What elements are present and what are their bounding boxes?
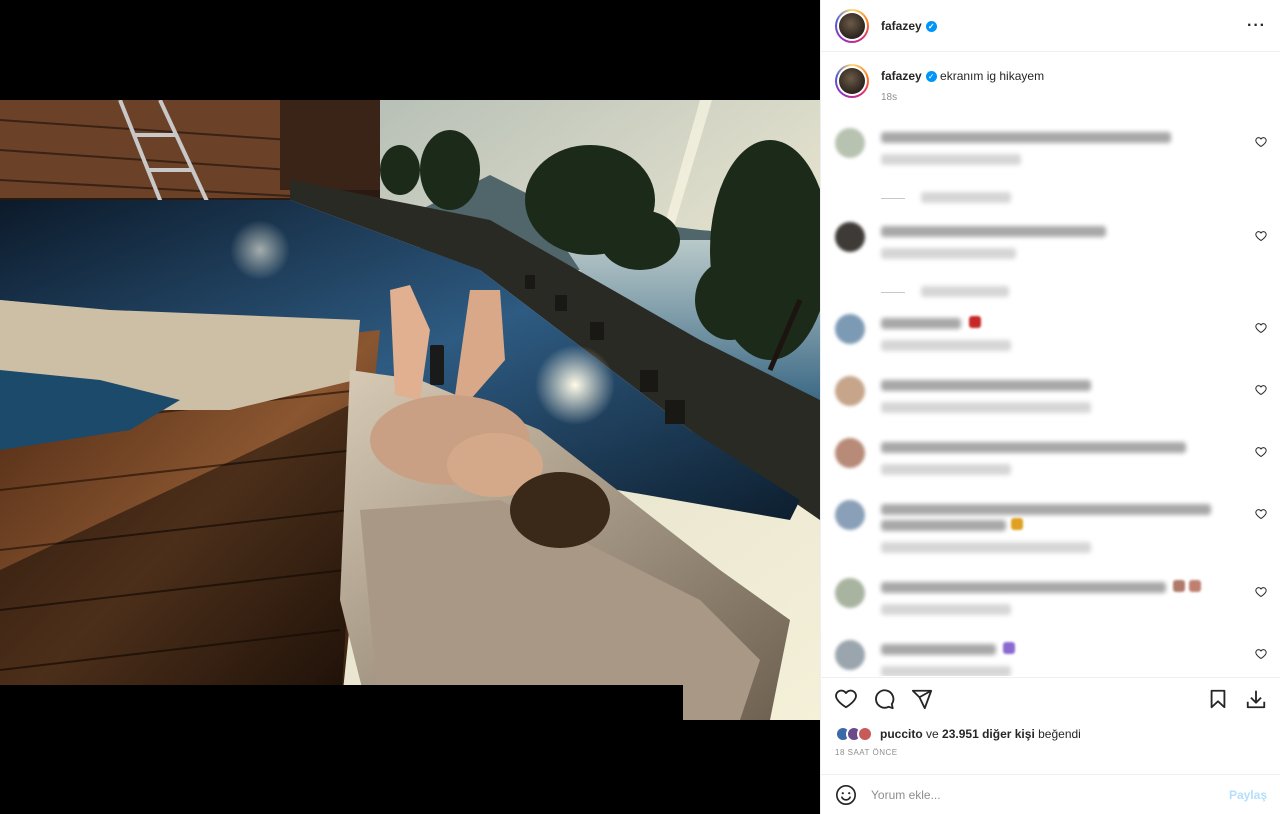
- commenter-avatar[interactable]: [835, 314, 865, 344]
- post-comment-button[interactable]: Paylaş: [1229, 788, 1267, 802]
- post-side-panel: fafazey ✓ ··· fafazey ✓ ekranım ig hikayem…: [820, 0, 1280, 814]
- post-media[interactable]: [0, 0, 820, 814]
- instagram-post-view: fafazey ✓ ··· fafazey ✓ ekranım ig hikayem…: [0, 0, 1280, 814]
- commenter-avatar[interactable]: [835, 128, 865, 158]
- caption-time: 18s: [881, 92, 898, 103]
- share-icon[interactable]: [911, 688, 933, 710]
- commenter-avatar[interactable]: [835, 222, 865, 252]
- post-header: fafazey ✓ ···: [821, 0, 1280, 52]
- comments-list[interactable]: [821, 120, 1280, 676]
- likes-first-user[interactable]: puccito: [880, 727, 923, 741]
- verified-badge-icon: ✓: [925, 20, 937, 32]
- comment-icon[interactable]: [873, 688, 895, 710]
- download-icon[interactable]: [1245, 688, 1267, 710]
- media-letterbox: [0, 685, 683, 725]
- post-caption: fafazey ✓ ekranım ig hikayem 18s: [821, 52, 1280, 110]
- add-comment-bar: Paylaş: [821, 774, 1280, 814]
- likers-avatars: [835, 726, 873, 742]
- caption-text: ekranım ig hikayem: [940, 69, 1045, 83]
- heart-icon[interactable]: [835, 688, 857, 710]
- likes-summary[interactable]: puccito ve 23.951 diğer kişi beğendi: [835, 726, 1267, 742]
- comment-like-icon[interactable]: [1255, 648, 1267, 660]
- verified-badge-icon: ✓: [925, 71, 937, 83]
- likes-connector: ve: [926, 727, 939, 741]
- commenter-avatar[interactable]: [835, 578, 865, 608]
- caption-author-avatar[interactable]: [835, 64, 869, 98]
- comment-like-icon[interactable]: [1255, 230, 1267, 242]
- author-username[interactable]: fafazey ✓: [881, 19, 937, 33]
- commenter-avatar[interactable]: [835, 500, 865, 530]
- post-photo[interactable]: [0, 100, 820, 720]
- commenter-avatar[interactable]: [835, 376, 865, 406]
- comment-like-icon[interactable]: [1255, 446, 1267, 458]
- caption-username[interactable]: fafazey: [881, 69, 922, 83]
- commenter-avatar[interactable]: [835, 640, 865, 670]
- comment-input[interactable]: [871, 787, 1211, 802]
- comment-like-icon[interactable]: [1255, 322, 1267, 334]
- author-avatar[interactable]: [835, 8, 869, 43]
- comment-like-icon[interactable]: [1255, 136, 1267, 148]
- bookmark-icon[interactable]: [1207, 688, 1229, 710]
- post-actions: puccito ve 23.951 diğer kişi beğendi 18 …: [821, 677, 1280, 757]
- more-options-icon[interactable]: ···: [1247, 17, 1266, 35]
- commenter-avatar[interactable]: [835, 438, 865, 468]
- comment-like-icon[interactable]: [1255, 384, 1267, 396]
- emoji-icon[interactable]: [835, 784, 857, 806]
- post-time-ago: 18 SAAT ÖNCE: [835, 748, 898, 757]
- likes-others-count[interactable]: 23.951 diğer kişi: [942, 727, 1035, 741]
- comment-like-icon[interactable]: [1255, 508, 1267, 520]
- likes-suffix: beğendi: [1038, 727, 1081, 741]
- comment-like-icon[interactable]: [1255, 586, 1267, 598]
